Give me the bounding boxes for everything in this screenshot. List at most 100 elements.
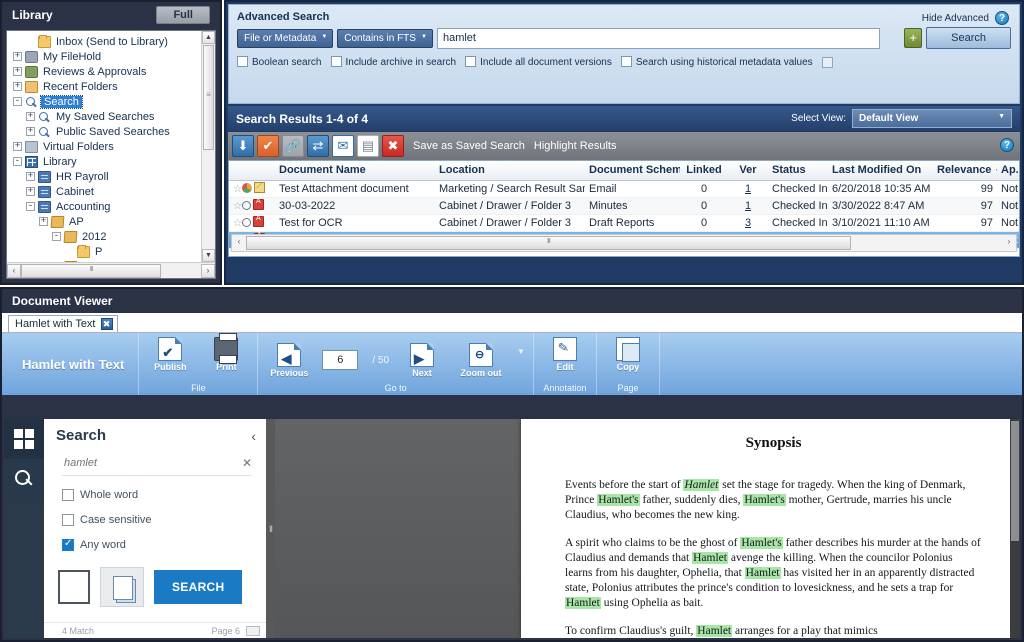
checkbox-box[interactable]	[237, 56, 248, 67]
collapse-icon[interactable]: -	[13, 157, 22, 166]
tree-node-cabinet[interactable]: +Cabinet	[9, 184, 201, 199]
results-horizontal-scrollbar[interactable]: ‹ ›	[231, 234, 1017, 252]
checkbox-boolean-search[interactable]: Boolean search	[237, 56, 322, 68]
expand-icon[interactable]: +	[13, 82, 22, 91]
column-header-relevance[interactable]: Relevance ▼	[933, 161, 997, 180]
check-in-out-icon[interactable]: ✔	[257, 135, 279, 157]
grid-scroll-thumb[interactable]	[246, 236, 851, 250]
document-icon[interactable]: ▤	[357, 135, 379, 157]
scroll-right-arrow[interactable]: ›	[201, 264, 215, 278]
page-number-input[interactable]	[322, 350, 358, 370]
tree-node-accounting[interactable]: -Accounting	[9, 199, 201, 214]
column-header-last-modified-on[interactable]: Last Modified On	[828, 161, 933, 180]
favorite-star-icon[interactable]: ☆	[233, 218, 242, 229]
tree-node-search[interactable]: -Search	[9, 94, 201, 109]
column-header-document-schema[interactable]: Document Schema	[585, 161, 680, 180]
expand-icon[interactable]: +	[26, 112, 35, 121]
close-icon[interactable]: ✖	[101, 318, 113, 330]
previous-page-button[interactable]: ◀ Previous	[266, 343, 312, 378]
checkbox-search-using-historical-metadata-values[interactable]: Search using historical metadata values	[621, 56, 813, 68]
all-pages-toggle[interactable]	[100, 567, 144, 607]
grid-scroll-right-arrow[interactable]: ›	[1002, 236, 1016, 250]
column-header-ap[interactable]: Ap...	[997, 161, 1020, 180]
collapse-icon[interactable]: -	[26, 202, 35, 211]
field-scope-dropdown[interactable]: File or Metadata	[237, 29, 333, 48]
scroll-down-arrow[interactable]: ▼	[202, 249, 215, 262]
page-vertical-scrollbar[interactable]	[1010, 419, 1020, 638]
email-icon[interactable]: ✉	[332, 135, 354, 157]
save-as-saved-search-link[interactable]: Save as Saved Search	[413, 140, 525, 152]
help-icon[interactable]: ?	[995, 11, 1009, 25]
version-link[interactable]: 3	[745, 217, 751, 229]
select-view-dropdown[interactable]: Default View	[852, 109, 1012, 128]
scroll-thumb[interactable]	[203, 45, 214, 150]
viewer-checkbox-any-word[interactable]: Any word	[62, 539, 266, 551]
cell-document-name[interactable]: Test for OCR	[275, 214, 435, 231]
thumbnails-panel-button[interactable]	[4, 419, 44, 459]
checkbox-box[interactable]	[62, 514, 74, 526]
expand-icon[interactable]: +	[13, 67, 22, 76]
viewer-checkbox-case-sensitive[interactable]: Case sensitive	[62, 514, 266, 526]
tree-vertical-scrollbar[interactable]: ▲ ▼	[201, 31, 215, 262]
expand-icon[interactable]: +	[26, 172, 35, 181]
tree-node-ap[interactable]: +AP	[9, 214, 201, 229]
table-row[interactable]: ☆Test for OCRCabinet / Drawer / Folder 3…	[229, 214, 1020, 231]
publish-button[interactable]: ✔ Publish	[147, 337, 193, 372]
column-header-ver[interactable]: Ver	[728, 161, 768, 180]
version-link[interactable]: 1	[745, 200, 751, 212]
checkbox-box[interactable]	[62, 539, 74, 551]
favorite-star-icon[interactable]: ☆	[233, 184, 242, 195]
column-header-location[interactable]: Location	[435, 161, 585, 180]
version-link[interactable]: 1	[745, 183, 751, 195]
expand-icon[interactable]: +	[39, 217, 48, 226]
collapse-icon[interactable]: ‹	[251, 428, 256, 444]
viewer-checkbox-whole-word[interactable]: Whole word	[62, 489, 266, 501]
tree-node-public-saved-searches[interactable]: +Public Saved Searches	[9, 124, 201, 139]
tree-node-recent-folders[interactable]: +Recent Folders	[9, 79, 201, 94]
checkbox-box[interactable]	[465, 56, 476, 67]
column-header-status[interactable]: Status	[768, 161, 828, 180]
edit-annotation-button[interactable]: ✎ Edit	[542, 337, 588, 372]
zoom-out-button[interactable]: ⊖ Zoom out	[455, 343, 507, 378]
sidebar-splitter[interactable]: II	[266, 419, 275, 638]
tree-node-inbox-send-to-library[interactable]: Inbox (Send to Library)	[9, 34, 201, 49]
search-keyword-input[interactable]	[437, 28, 880, 49]
full-view-button[interactable]: Full	[156, 6, 210, 24]
table-row[interactable]: ☆Test Attachment documentMarketing / Sea…	[229, 180, 1020, 197]
scroll-track[interactable]	[21, 264, 201, 278]
checkbox-box[interactable]	[621, 56, 632, 67]
scroll-left-arrow[interactable]: ‹	[7, 264, 21, 278]
expand-icon[interactable]: +	[13, 52, 22, 61]
collapse-icon[interactable]: -	[13, 97, 22, 106]
tree-node-hr-payroll[interactable]: +HR Payroll	[9, 169, 201, 184]
search-button[interactable]: Search	[926, 27, 1011, 49]
highlight-results-link[interactable]: Highlight Results	[534, 140, 617, 152]
cell-document-name[interactable]: Test Attachment document	[275, 180, 435, 197]
tree-node-my-saved-searches[interactable]: +My Saved Searches	[9, 109, 201, 124]
tree-node-virtual-folders[interactable]: +Virtual Folders	[9, 139, 201, 154]
viewer-search-input[interactable]	[62, 456, 242, 470]
clear-icon[interactable]: ✕	[242, 456, 252, 470]
copy-page-button[interactable]: Copy	[605, 337, 651, 372]
search-panel-button[interactable]	[4, 459, 44, 499]
hide-advanced-link[interactable]: Hide Advanced	[922, 13, 989, 24]
field-operator-dropdown[interactable]: Contains in FTS	[337, 29, 433, 48]
grid-scroll-left-arrow[interactable]: ‹	[232, 236, 246, 250]
chevron-down-icon[interactable]: ▼	[517, 347, 525, 356]
single-page-toggle[interactable]	[58, 570, 90, 604]
column-header-document-name[interactable]: Document Name	[275, 161, 435, 180]
checkbox-include-archive-in-search[interactable]: Include archive in search	[331, 56, 457, 68]
tree-node-2012[interactable]: -2012	[9, 229, 201, 244]
checkbox-box[interactable]	[331, 56, 342, 67]
download-icon[interactable]: ⬇	[232, 135, 254, 157]
tree-node-reviews-approvals[interactable]: +Reviews & Approvals	[9, 64, 201, 79]
print-button[interactable]: Print	[203, 337, 249, 372]
viewer-document-tab[interactable]: Hamlet with Text ✖	[8, 315, 118, 332]
tree-node-library[interactable]: -Library	[9, 154, 201, 169]
expand-icon[interactable]: +	[26, 127, 35, 136]
favorite-star-icon[interactable]: ☆	[233, 201, 242, 212]
expand-icon[interactable]: +	[13, 142, 22, 151]
column-header-linked[interactable]: Linked	[680, 161, 728, 180]
expand-icon[interactable]: +	[26, 187, 35, 196]
cell-document-name[interactable]: 30-03-2022	[275, 197, 435, 214]
